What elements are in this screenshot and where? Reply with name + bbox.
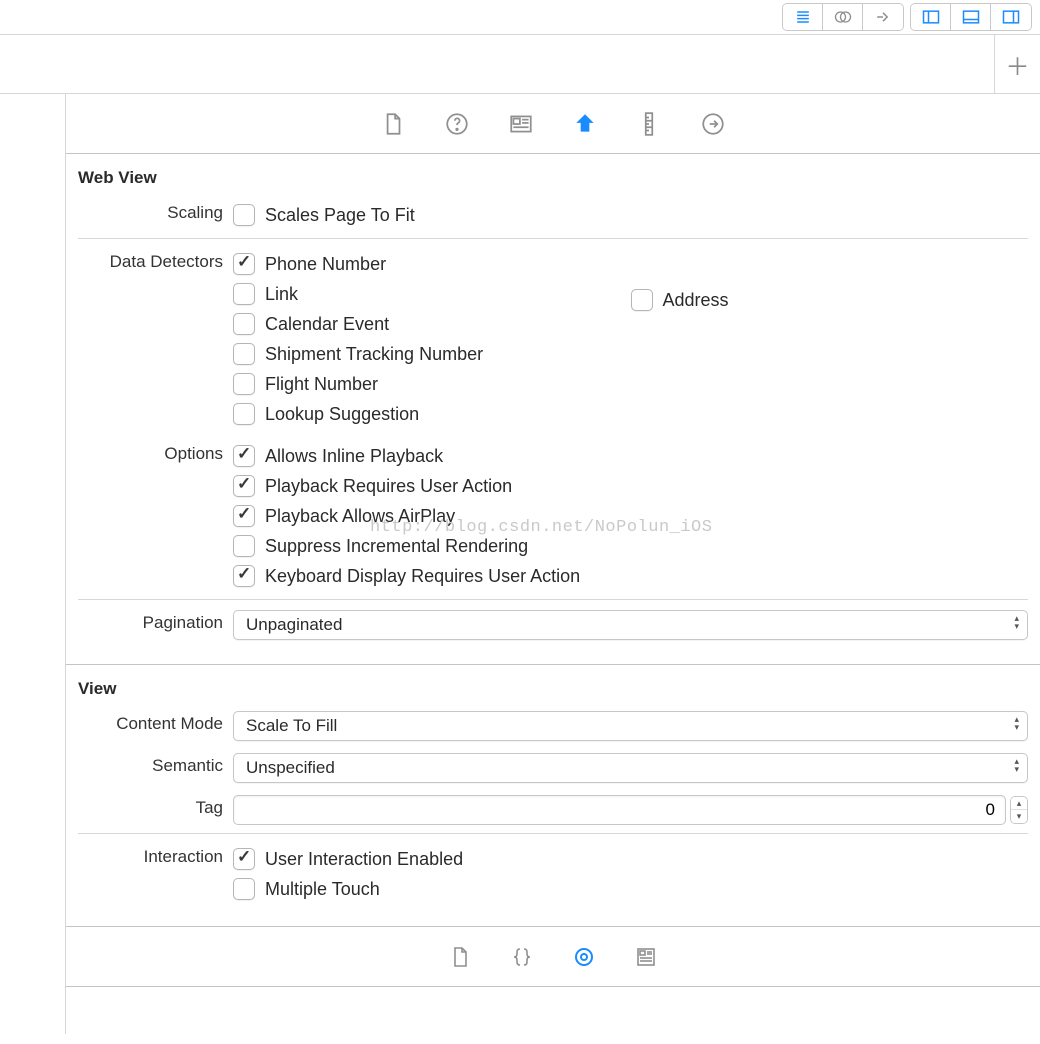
option-allows-inline-playback-row: Allows Inline Playback	[233, 441, 1028, 471]
option-playback-requires-user-action-checkbox[interactable]	[233, 475, 255, 497]
inspector-tab-strip	[66, 94, 1040, 154]
pagination-popup[interactable]: Unpaginated ▴▾	[233, 610, 1028, 640]
option-playback-requires-user-action-row: Playback Requires User Action	[233, 471, 1028, 501]
option-allows-inline-playback-checkbox[interactable]	[233, 445, 255, 467]
detector-shipment-tracking-number-row: Shipment Tracking Number	[233, 339, 631, 369]
detector-shipment-tracking-number-label: Shipment Tracking Number	[265, 344, 483, 365]
inspector-panel: Web View Scaling Scales Page To Fit Data…	[66, 94, 1040, 1034]
detector-link-row: Link	[233, 279, 631, 309]
scales-page-to-fit-checkbox[interactable]	[233, 204, 255, 226]
panel-toggle-group	[910, 3, 1032, 31]
file-inspector-tab[interactable]	[379, 110, 407, 138]
detector-address-row: Address	[631, 285, 1029, 315]
detector-flight-number-label: Flight Number	[265, 374, 378, 395]
tag-stepper[interactable]: ▴▾	[1010, 796, 1028, 824]
option-playback-allows-airplay-label: Playback Allows AirPlay	[265, 506, 455, 527]
library-tab-strip	[66, 926, 1040, 986]
interaction-user-interaction-enabled-label: User Interaction Enabled	[265, 849, 463, 870]
view-section-header: View	[66, 665, 1040, 699]
interaction-multiple-touch-checkbox[interactable]	[233, 878, 255, 900]
code-snippet-library-tab[interactable]	[509, 944, 535, 970]
interaction-multiple-touch-label: Multiple Touch	[265, 879, 380, 900]
assistant-editor-button[interactable]	[823, 4, 863, 30]
option-playback-requires-user-action-label: Playback Requires User Action	[265, 476, 512, 497]
popup-arrows-icon: ▴▾	[1014, 715, 1019, 731]
options-label: Options	[78, 441, 233, 464]
detector-address-checkbox[interactable]	[631, 289, 653, 311]
option-suppress-incremental-rendering-checkbox[interactable]	[233, 535, 255, 557]
detector-lookup-suggestion-label: Lookup Suggestion	[265, 404, 419, 425]
detector-calendar-event-checkbox[interactable]	[233, 313, 255, 335]
content-mode-label: Content Mode	[78, 711, 233, 734]
option-allows-inline-playback-label: Allows Inline Playback	[265, 446, 443, 467]
pagination-label: Pagination	[78, 610, 233, 633]
scales-page-to-fit-label: Scales Page To Fit	[265, 205, 415, 226]
tag-label: Tag	[78, 795, 233, 818]
interaction-label: Interaction	[78, 844, 233, 867]
detector-flight-number-checkbox[interactable]	[233, 373, 255, 395]
pagination-value: Unpaginated	[246, 615, 342, 635]
content-mode-popup[interactable]: Scale To Fill ▴▾	[233, 711, 1028, 741]
toggle-debug-button[interactable]	[951, 4, 991, 30]
file-template-library-tab[interactable]	[447, 944, 473, 970]
detector-phone-number-label: Phone Number	[265, 254, 386, 275]
detector-phone-number-row: Phone Number	[233, 249, 631, 279]
option-keyboard-display-requires-user-action-checkbox[interactable]	[233, 565, 255, 587]
option-playback-allows-airplay-row: Playback Allows AirPlay	[233, 501, 1028, 531]
document-outline-gutter	[0, 94, 66, 1034]
add-button[interactable]: ＋	[994, 35, 1040, 93]
version-editor-button[interactable]	[863, 4, 903, 30]
option-playback-allows-airplay-checkbox[interactable]	[233, 505, 255, 527]
identity-inspector-tab[interactable]	[507, 110, 535, 138]
detector-calendar-event-label: Calendar Event	[265, 314, 389, 335]
webview-section-header: Web View	[66, 154, 1040, 188]
view-mode-group	[782, 3, 904, 31]
detector-shipment-tracking-number-checkbox[interactable]	[233, 343, 255, 365]
top-toolbar	[0, 0, 1040, 34]
popup-arrows-icon: ▴▾	[1014, 757, 1019, 773]
media-library-tab[interactable]	[633, 944, 659, 970]
breadcrumb-area	[0, 35, 994, 93]
interaction-multiple-touch-row: Multiple Touch	[233, 874, 1028, 902]
interaction-user-interaction-enabled-row: User Interaction Enabled	[233, 844, 1028, 874]
detector-link-checkbox[interactable]	[233, 283, 255, 305]
breadcrumb-bar: ＋	[0, 34, 1040, 94]
size-inspector-tab[interactable]	[635, 110, 663, 138]
help-inspector-tab[interactable]	[443, 110, 471, 138]
option-keyboard-display-requires-user-action-label: Keyboard Display Requires User Action	[265, 566, 580, 587]
option-keyboard-display-requires-user-action-row: Keyboard Display Requires User Action	[233, 561, 1028, 591]
detector-lookup-suggestion-row: Lookup Suggestion	[233, 399, 631, 429]
scales-page-to-fit-row: Scales Page To Fit	[233, 200, 1028, 230]
standard-editor-button[interactable]	[783, 4, 823, 30]
detector-phone-number-checkbox[interactable]	[233, 253, 255, 275]
detector-flight-number-row: Flight Number	[233, 369, 631, 399]
content-mode-value: Scale To Fill	[246, 716, 337, 736]
semantic-value: Unspecified	[246, 758, 335, 778]
attributes-inspector-tab[interactable]	[571, 110, 599, 138]
object-library-tab[interactable]	[571, 944, 597, 970]
data-detectors-label: Data Detectors	[78, 249, 233, 272]
interaction-user-interaction-enabled-checkbox[interactable]	[233, 848, 255, 870]
detector-calendar-event-row: Calendar Event	[233, 309, 631, 339]
option-suppress-incremental-rendering-label: Suppress Incremental Rendering	[265, 536, 528, 557]
option-suppress-incremental-rendering-row: Suppress Incremental Rendering	[233, 531, 1028, 561]
connections-inspector-tab[interactable]	[699, 110, 727, 138]
tag-input[interactable]	[233, 795, 1006, 825]
toggle-navigator-button[interactable]	[911, 4, 951, 30]
scaling-label: Scaling	[78, 200, 233, 223]
detector-lookup-suggestion-checkbox[interactable]	[233, 403, 255, 425]
semantic-popup[interactable]: Unspecified ▴▾	[233, 753, 1028, 783]
popup-arrows-icon: ▴▾	[1014, 614, 1019, 630]
toggle-utilities-button[interactable]	[991, 4, 1031, 30]
semantic-label: Semantic	[78, 753, 233, 776]
detector-address-label: Address	[663, 290, 729, 311]
detector-link-label: Link	[265, 284, 298, 305]
